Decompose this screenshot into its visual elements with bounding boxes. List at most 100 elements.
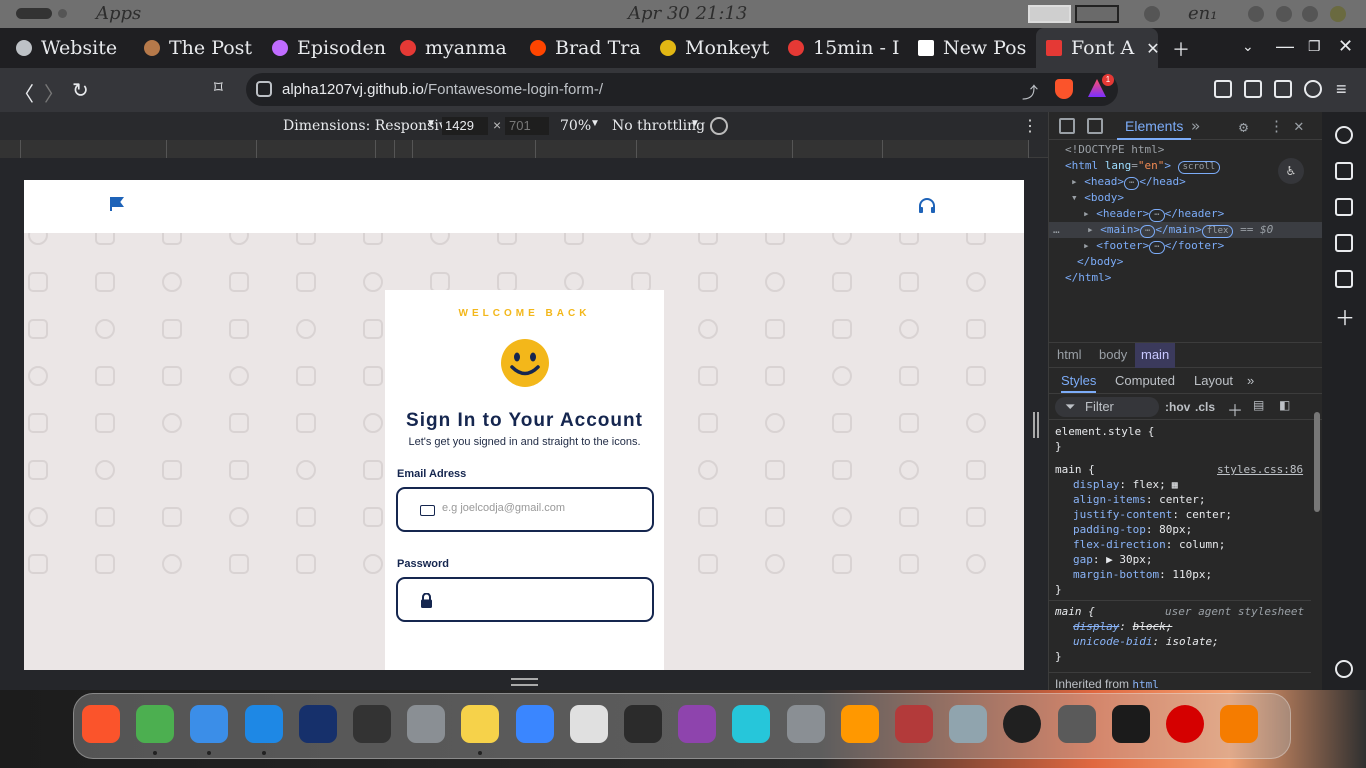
close-tab-icon[interactable]: ✕ — [1146, 39, 1158, 58]
hover-state-toggle[interactable]: :hov — [1165, 400, 1190, 414]
sidebar-toggle-icon[interactable] — [1244, 80, 1262, 98]
dom-html[interactable]: <html lang="en"> scroll — [1065, 158, 1221, 174]
password-field[interactable] — [396, 577, 654, 622]
reading-list-icon[interactable] — [1335, 270, 1353, 288]
throttling-chevron-down-icon[interactable]: ▼ — [690, 118, 700, 129]
more-tabs-icon[interactable]: » — [1191, 117, 1200, 135]
window-preview-dark[interactable] — [1075, 5, 1119, 23]
flag-icon[interactable] — [110, 197, 124, 211]
resize-handle-bottom[interactable] — [511, 678, 538, 686]
zoom-chevron-down-icon[interactable]: ▼ — [590, 118, 600, 129]
new-tab-button[interactable]: ＋ — [1172, 36, 1190, 62]
new-rule-icon[interactable]: ＋ — [1227, 397, 1243, 421]
maximize-button[interactable]: ❐ — [1308, 38, 1321, 55]
tab-search-chevron-icon[interactable]: ⌄ — [1242, 38, 1254, 55]
close-window-button[interactable]: ✕ — [1338, 36, 1353, 57]
headset-icon[interactable] — [918, 198, 936, 214]
bookmark-icon[interactable]: ⌑ — [214, 78, 223, 98]
dom-footer[interactable]: ▸ <footer> ⋯ </footer> — [1083, 238, 1224, 254]
filter-input[interactable]: ⏷ Filter — [1055, 397, 1159, 417]
tab-layout[interactable]: Layout — [1194, 373, 1233, 388]
settings-icon[interactable] — [407, 705, 446, 743]
wallet-panel-icon[interactable] — [1335, 198, 1353, 216]
back-button[interactable]: 〈 — [14, 78, 34, 107]
dimensions-chevron-down-icon[interactable]: ▼ — [426, 118, 436, 129]
extensions-icon[interactable] — [1214, 80, 1232, 98]
clock[interactable]: Apr 30 21:13 — [628, 3, 747, 24]
obs-icon[interactable] — [1003, 705, 1042, 743]
tab-15min[interactable]: 15min - I — [780, 28, 902, 68]
toggle-sidebar-icon[interactable]: ◧ — [1279, 398, 1290, 412]
paint-icon[interactable]: ▤ — [1253, 398, 1264, 412]
site-info-icon[interactable] — [256, 81, 272, 97]
flex-editor-icon[interactable]: ▦ — [1166, 480, 1178, 491]
chrome-icon[interactable] — [136, 705, 175, 743]
wifi-icon[interactable] — [1276, 6, 1292, 22]
tab-font-active[interactable]: Font A ✕ — [1036, 28, 1158, 68]
launchpad-icon[interactable] — [1220, 705, 1259, 743]
apps-menu[interactable]: Apps — [96, 3, 141, 24]
close-devtools-icon[interactable]: ✕ — [1294, 116, 1304, 135]
decl-display[interactable]: display: flex; ▦ — [1073, 477, 1178, 492]
screenshot-icon[interactable] — [949, 705, 988, 743]
dom-html-close[interactable]: </html> — [1065, 270, 1111, 286]
window-preview-light[interactable] — [1028, 5, 1071, 23]
notes-icon[interactable] — [461, 705, 500, 743]
tab-elements[interactable]: Elements — [1117, 112, 1192, 140]
flower-icon[interactable] — [732, 705, 771, 743]
tab-new-pos[interactable]: New Pos — [910, 28, 1030, 68]
tab-myanma[interactable]: myanma — [392, 28, 512, 68]
battery-icon[interactable] — [1330, 6, 1346, 22]
decl-gap[interactable]: gap: ▶ 30px; — [1073, 552, 1152, 567]
flex-badge[interactable]: flex — [1201, 225, 1234, 238]
breadcrumb-main[interactable]: main — [1135, 343, 1176, 368]
brave-icon[interactable] — [82, 705, 120, 743]
books-icon[interactable] — [840, 705, 879, 743]
decl-padding-top[interactable]: padding-top: 80px; — [1073, 522, 1192, 537]
tuxedo-icon[interactable] — [624, 705, 662, 743]
rotate-icon[interactable] — [710, 117, 728, 135]
night-mode-icon[interactable] — [1144, 6, 1160, 22]
tab-episoden[interactable]: Episoden — [264, 28, 386, 68]
leo-icon[interactable] — [1335, 126, 1353, 144]
tab-computed[interactable]: Computed — [1115, 373, 1175, 388]
volume-icon[interactable] — [1302, 6, 1318, 22]
zoom-dropdown[interactable]: 70% — [560, 118, 591, 134]
brave-shields-icon[interactable] — [1055, 79, 1073, 99]
dom-body-close[interactable]: </body> — [1077, 254, 1123, 270]
ua-rule-selector[interactable]: main { — [1055, 604, 1095, 619]
tab-monkeyt[interactable]: Monkeyt — [652, 28, 770, 68]
command-icon[interactable] — [353, 705, 391, 743]
more-options-icon[interactable]: ⋮ — [1022, 116, 1038, 136]
preview-icon[interactable] — [569, 705, 608, 743]
terminal-icon[interactable] — [1111, 705, 1150, 743]
leo-ai-icon[interactable] — [1304, 80, 1322, 98]
address-bar[interactable]: alpha1207vj.github.io/Fontawesome-login-… — [246, 73, 1118, 106]
add-panel-icon[interactable]: ＋ — [1335, 302, 1355, 331]
dom-doctype[interactable]: <!DOCTYPE html> — [1065, 142, 1164, 158]
share-icon[interactable]: ⤴ — [1022, 79, 1038, 103]
inspect-element-icon[interactable] — [1059, 118, 1075, 134]
main-rule-selector[interactable]: main { — [1055, 462, 1095, 477]
ua-decl-display[interactable]: display: block; — [1073, 619, 1172, 634]
finder-icon[interactable] — [190, 705, 229, 743]
bookmarks-panel-icon[interactable] — [1335, 234, 1353, 252]
dictionary-icon[interactable] — [895, 705, 933, 743]
email-field[interactable]: e.g joelcodja@gmail.com — [396, 487, 654, 532]
tab-website[interactable]: Website — [8, 28, 124, 68]
class-toggle[interactable]: .cls — [1195, 400, 1215, 414]
width-input[interactable]: 1429 — [442, 117, 488, 135]
vscode-icon[interactable] — [244, 705, 283, 743]
decl-align-items[interactable]: align-items: center; — [1073, 492, 1205, 507]
dom-header[interactable]: ▸ <header> ⋯ </header> — [1083, 206, 1224, 222]
scroll-badge[interactable]: scroll — [1177, 161, 1221, 174]
decl-justify-content[interactable]: justify-content: center; — [1073, 507, 1232, 522]
ua-decl-unicode-bidi[interactable]: unicode-bidi: isolate; — [1073, 634, 1219, 649]
cross-icon[interactable] — [298, 705, 337, 743]
tab-brad-tra[interactable]: Brad Tra — [522, 28, 644, 68]
dom-head[interactable]: ▸ <head> ⋯ </head> — [1071, 174, 1186, 190]
sidebar-settings-icon[interactable] — [1335, 660, 1353, 678]
devtools-menu-icon[interactable]: ⋮ — [1269, 117, 1284, 135]
accessibility-icon[interactable]: ♿ — [1278, 158, 1304, 184]
dom-body[interactable]: ▾ <body> — [1071, 190, 1124, 206]
